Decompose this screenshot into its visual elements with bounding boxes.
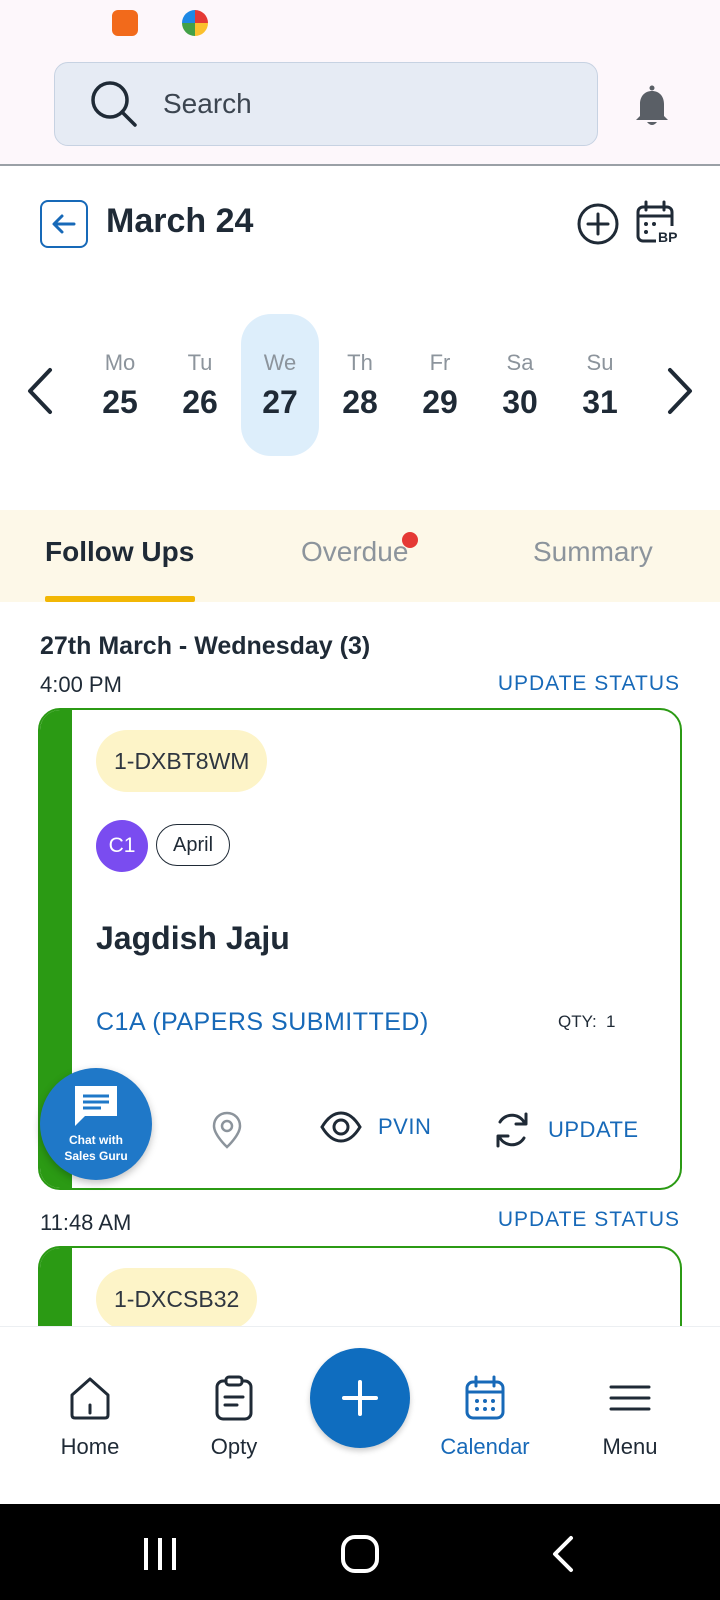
- day-friday[interactable]: Fr 29: [401, 314, 479, 456]
- active-tab-indicator: [45, 596, 195, 602]
- nav-home[interactable]: Home: [25, 1375, 155, 1460]
- update-status-link[interactable]: UPDATE STATUS: [498, 672, 680, 696]
- month-chip: April: [156, 824, 231, 866]
- update-button[interactable]: UPDATE: [492, 1110, 639, 1150]
- notification-dot: [402, 532, 418, 548]
- nav-opty[interactable]: Opty: [169, 1375, 299, 1460]
- add-fab-button[interactable]: [310, 1348, 410, 1448]
- arrow-left-icon: [52, 214, 76, 234]
- stage-label: C1A (PAPERS SUBMITTED): [96, 1008, 429, 1036]
- menu-icon: [609, 1385, 651, 1411]
- calendar-icon: [465, 1375, 505, 1420]
- refresh-icon: [496, 1112, 528, 1148]
- chat-label: Chat with Sales Guru: [64, 1133, 128, 1163]
- day-sunday[interactable]: Su 31: [561, 314, 639, 456]
- system-navigation-bar: [0, 1504, 720, 1600]
- week-strip: Mo 25 Tu 26 We 27 Th 28 Fr 29 Sa 30 Su 3…: [0, 314, 720, 456]
- day-wednesday-selected[interactable]: We 27: [241, 314, 319, 456]
- home-icon: [70, 1377, 110, 1420]
- location-button[interactable]: [210, 1110, 244, 1150]
- day-tuesday[interactable]: Tu 26: [161, 314, 239, 456]
- system-back-icon[interactable]: [545, 1534, 585, 1574]
- opportunity-id: 1-DXBT8WM: [96, 730, 268, 792]
- tab-overdue[interactable]: Overdue: [301, 536, 408, 568]
- back-button[interactable]: [40, 200, 88, 248]
- update-label: UPDATE: [548, 1117, 639, 1142]
- tab-summary[interactable]: Summary: [533, 536, 653, 568]
- calendar-bp-icon[interactable]: BP: [634, 200, 682, 248]
- home-circle-icon[interactable]: [340, 1534, 380, 1574]
- plus-icon: [342, 1380, 378, 1416]
- chevron-right-icon[interactable]: [662, 366, 698, 416]
- pvin-button[interactable]: PVIN: [320, 1110, 431, 1144]
- day-saturday[interactable]: Sa 30: [481, 314, 559, 456]
- page-title: March 24: [106, 202, 254, 240]
- tab-bar: Follow Ups Overdue Summary: [0, 510, 720, 602]
- opportunity-id: 1-DXCSB32: [96, 1268, 258, 1330]
- nav-menu[interactable]: Menu: [565, 1375, 695, 1460]
- date-header: 27th March - Wednesday (3): [40, 632, 371, 660]
- bell-icon[interactable]: [632, 84, 672, 128]
- day-thursday[interactable]: Th 28: [321, 314, 399, 456]
- qty-label: QTY:: [558, 1012, 597, 1031]
- nav-calendar[interactable]: Calendar: [420, 1375, 550, 1460]
- search-placeholder: Search: [163, 88, 252, 119]
- customer-name: Jagdish Jaju: [96, 920, 290, 956]
- chat-sales-guru-button[interactable]: Chat with Sales Guru: [40, 1068, 152, 1180]
- qty-value: 1: [606, 1012, 616, 1031]
- search-input[interactable]: Search: [54, 62, 598, 146]
- avatar: C1: [96, 820, 148, 872]
- clipboard-icon: [215, 1375, 253, 1421]
- app-notification-icon: [182, 10, 208, 36]
- day-monday[interactable]: Mo 25: [81, 314, 159, 456]
- location-pin-icon: [212, 1111, 242, 1149]
- search-icon: [91, 81, 137, 127]
- add-circle-icon[interactable]: [576, 202, 620, 246]
- update-status-link[interactable]: UPDATE STATUS: [498, 1208, 680, 1232]
- followup-time: 11:48 AM: [40, 1210, 132, 1235]
- followup-time: 4:00 PM: [40, 672, 122, 697]
- pvin-label: PVIN: [378, 1114, 432, 1139]
- chevron-left-icon[interactable]: [22, 366, 58, 416]
- eye-icon: [320, 1111, 362, 1143]
- app-notification-icon: [112, 10, 138, 36]
- tab-follow-ups[interactable]: Follow Ups: [45, 536, 194, 568]
- svg-text:BP: BP: [658, 229, 677, 245]
- chat-bubble-icon: [75, 1086, 117, 1126]
- recents-icon[interactable]: [140, 1534, 180, 1574]
